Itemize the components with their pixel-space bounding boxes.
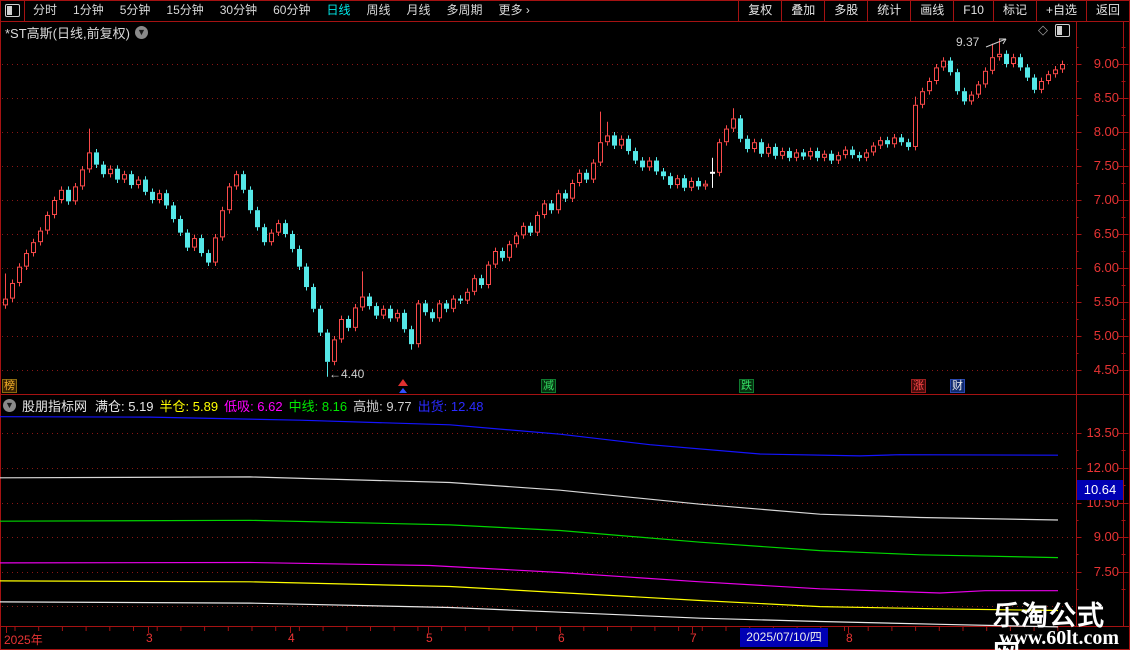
signal-triangle-blue-icon xyxy=(399,388,407,393)
indicator-value-中线: 中线: 8.16 xyxy=(288,399,348,414)
current-value-badge: 10.64 xyxy=(1077,480,1123,500)
annotation-low: ←4.40 xyxy=(329,367,365,381)
chevron-down-icon[interactable]: ▼ xyxy=(3,399,16,412)
indicator-line-高抛 xyxy=(0,476,1059,521)
indicator-line-半仓 xyxy=(0,580,1059,612)
axis-label: 4.50 xyxy=(1094,362,1119,377)
menu-item-复权[interactable]: 复权 xyxy=(738,0,781,21)
menu-item-F10[interactable]: F10 xyxy=(953,0,993,21)
period-tab-60分钟[interactable]: 60分钟 xyxy=(265,0,318,21)
band-marker-榜: 榜 xyxy=(2,379,17,393)
chevron-down-icon[interactable]: ▼ xyxy=(134,26,148,39)
indicator-header: ▼ 股朋指标网 满仓: 5.19 半仓: 5.89 低吸: 6.62 中线: 8.16… xyxy=(3,396,483,415)
menu-item-叠加[interactable]: 叠加 xyxy=(781,0,824,21)
x-axis-label: 7 xyxy=(690,631,697,645)
tool-menu: 复权 叠加 多股 统计 画线 F10 标记 +自选 返回 xyxy=(738,0,1129,21)
axis-label: 9.00 xyxy=(1094,56,1119,71)
x-axis-label: 8 xyxy=(846,631,853,645)
indicator-value-出货: 出货: 12.48 xyxy=(417,399,484,414)
indicator-line-满仓 xyxy=(0,601,1059,628)
period-tab-5分钟[interactable]: 5分钟 xyxy=(112,0,159,21)
menu-item-统计[interactable]: 统计 xyxy=(867,0,910,21)
band-marker-涨: 涨 xyxy=(911,379,926,393)
x-axis-label: 4 xyxy=(288,631,295,645)
indicator-value-半仓: 半仓: 5.89 xyxy=(159,399,219,414)
axis-label: 8.50 xyxy=(1094,90,1119,105)
x-axis-label: 6 xyxy=(558,631,565,645)
menu-item-+自选[interactable]: +自选 xyxy=(1035,0,1086,21)
menu-item-多股[interactable]: 多股 xyxy=(824,0,867,21)
period-tab-月线[interactable]: 月线 xyxy=(399,0,439,21)
price-chart-canvas[interactable]: 9.00 8.50 8.00 7.50 7.00 6.50 6.00 5.50 5.00 4.50… xyxy=(0,0,1130,650)
axis-label: 6.50 xyxy=(1094,226,1119,241)
x-axis-label: 3 xyxy=(146,631,153,645)
axis-label: 5.50 xyxy=(1094,294,1119,309)
axis-label: 5.00 xyxy=(1094,328,1119,343)
axis-label: 9.00 xyxy=(1094,529,1119,544)
page-title: *ST高斯(日线,前复权) xyxy=(5,26,130,41)
indicator-line-中线 xyxy=(0,519,1059,559)
signal-triangle-red-icon xyxy=(398,379,408,386)
watermark-site-url: www.60lt.com xyxy=(999,627,1119,649)
split-pane-icon xyxy=(4,4,20,17)
annotation-high: 9.37 xyxy=(956,35,980,49)
axis-label: 12.00 xyxy=(1086,460,1119,475)
period-tab-日线[interactable]: 日线 xyxy=(318,0,358,21)
indicator-value-满仓: 满仓: 5.19 xyxy=(95,399,154,414)
selected-date-badge: 2025/07/10/四 xyxy=(740,628,828,647)
window-pane-icon[interactable] xyxy=(1055,23,1070,37)
x-axis-label: 2025年 xyxy=(4,633,43,647)
period-tab-15分钟[interactable]: 15分钟 xyxy=(158,0,211,21)
menu-item-返回[interactable]: 返回 xyxy=(1085,0,1129,21)
chart-corner-icons: ◇ xyxy=(1038,22,1070,38)
indicator-source-label: 股朋指标网 xyxy=(22,399,88,414)
period-tab-1分钟[interactable]: 1分钟 xyxy=(65,0,112,21)
menu-item-画线[interactable]: 画线 xyxy=(910,0,953,21)
period-menu: 分时 1分钟 5分钟 15分钟 30分钟 60分钟 日线 周线 月线 多周期 更多 › xyxy=(25,0,538,21)
axis-label: 8.00 xyxy=(1094,124,1119,139)
top-menu-bar: 分时 1分钟 5分钟 15分钟 30分钟 60分钟 日线 周线 月线 多周期 更多 › 复权 叠加 多股… xyxy=(0,0,1130,21)
indicator-line-出货 xyxy=(0,416,1059,457)
period-tab-分时[interactable]: 分时 xyxy=(25,0,65,21)
period-tab-30分钟[interactable]: 30分钟 xyxy=(212,0,265,21)
indicator-value-低吸: 低吸: 6.62 xyxy=(224,399,283,414)
menu-item-标记[interactable]: 标记 xyxy=(992,0,1036,21)
period-tab-周线[interactable]: 周线 xyxy=(358,0,398,21)
title-row: *ST高斯(日线,前复权) ▼ xyxy=(5,23,148,42)
axis-label: 7.50 xyxy=(1094,158,1119,173)
axis-label: 13.50 xyxy=(1086,425,1119,440)
band-marker-财: 财 xyxy=(950,379,965,393)
trading-app-window: { "topbar": { "left_items": [ {"label": … xyxy=(0,0,1130,650)
layout-toggle-button[interactable] xyxy=(0,0,25,21)
x-axis-label: 5 xyxy=(426,631,433,645)
period-tab-更多 ›[interactable]: 更多 › xyxy=(491,0,538,21)
indicator-line-低吸 xyxy=(0,561,1058,594)
band-marker-减: 减 xyxy=(541,379,556,393)
axis-label: 7.00 xyxy=(1094,192,1119,207)
indicator-value-高抛: 高抛: 9.77 xyxy=(353,399,412,414)
axis-label: 7.50 xyxy=(1094,564,1119,579)
period-tab-多周期[interactable]: 多周期 xyxy=(439,0,491,21)
axis-label: 6.00 xyxy=(1094,260,1119,275)
band-marker-跌: 跌 xyxy=(739,379,754,393)
diamond-icon[interactable]: ◇ xyxy=(1038,22,1048,38)
